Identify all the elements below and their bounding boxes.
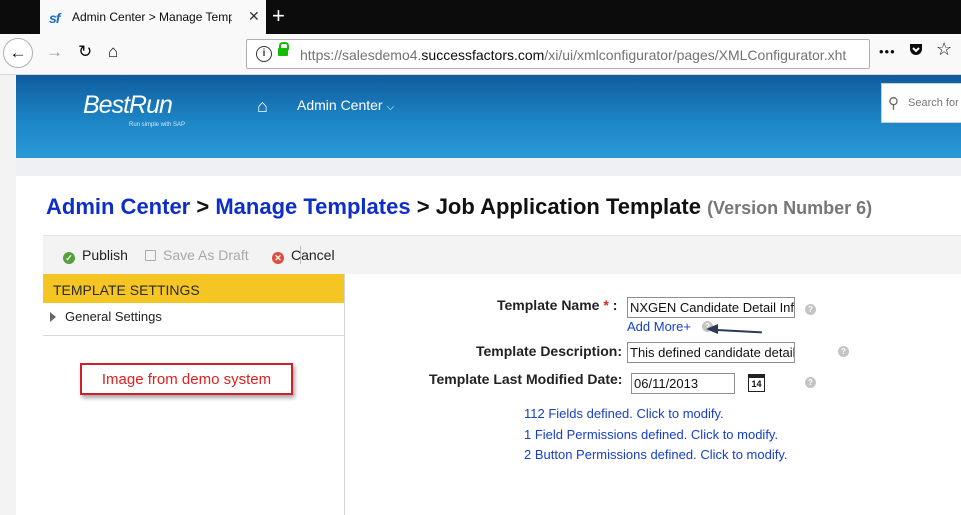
brand-logo[interactable]: BestRun: [83, 91, 173, 120]
sidebar-header-text: TEMPLATE SETTINGS: [53, 282, 200, 298]
fields-defined-link[interactable]: 112 Fields defined. Click to modify.: [524, 406, 724, 421]
publish-button[interactable]: ✓ Publish: [63, 247, 128, 264]
template-name-label: Template Name * :: [497, 297, 618, 313]
app-header: BestRun Run simple with SAP ⌂ Admin Cent…: [16, 75, 961, 158]
browser-navbar: ← → ↻ ⌂ i https://salesdemo4.successfact…: [0, 34, 961, 75]
calendar-icon[interactable]: 14: [748, 374, 765, 392]
browser-tab[interactable]: sf Admin Center > Manage Temp ✕: [40, 0, 266, 34]
last-modified-label: Template Last Modified Date:: [429, 371, 623, 387]
search-box[interactable]: ⚲ Search for: [881, 83, 961, 123]
version-label: (Version Number 6): [707, 198, 873, 218]
template-description-input[interactable]: This defined candidate detail: [627, 342, 795, 363]
chevron-down-icon: ⌵: [386, 102, 395, 113]
help-icon[interactable]: ?: [838, 346, 849, 357]
brand-tagline: Run simple with SAP: [129, 122, 186, 128]
cancel-icon: ✕: [272, 252, 284, 264]
close-tab-icon[interactable]: ✕: [248, 8, 260, 25]
help-icon[interactable]: ?: [805, 377, 816, 388]
tab-title: Admin Center > Manage Temp: [72, 10, 232, 24]
sidebar-item-label: General Settings: [65, 309, 162, 324]
required-mark: *: [603, 297, 609, 313]
annotation-text: Image from demo system: [101, 371, 272, 388]
url-bar[interactable]: i https://salesdemo4.successfactors.com/…: [246, 39, 870, 69]
button-permissions-link[interactable]: 2 Button Permissions defined. Click to m…: [524, 447, 788, 462]
sidebar-header: TEMPLATE SETTINGS: [43, 274, 344, 303]
sidebar-item-general-settings[interactable]: General Settings: [43, 303, 344, 336]
template-settings-sidebar: TEMPLATE SETTINGS General Settings Image…: [43, 274, 345, 515]
breadcrumb-separator: >: [416, 194, 430, 219]
cancel-button[interactable]: ✕ Cancel: [272, 247, 335, 264]
admin-center-menu[interactable]: Admin Center ⌵: [297, 97, 394, 113]
bookmark-star-icon[interactable]: ☆: [936, 39, 952, 60]
search-input[interactable]: Search for: [908, 97, 959, 109]
back-button[interactable]: ←: [3, 38, 33, 68]
breadcrumb-admin-center[interactable]: Admin Center: [46, 194, 190, 219]
field-permissions-link[interactable]: 1 Field Permissions defined. Click to mo…: [524, 427, 778, 442]
forward-button[interactable]: →: [46, 41, 63, 63]
back-arrow-icon: ←: [9, 43, 27, 62]
check-icon: ✓: [63, 252, 75, 264]
breadcrumb-separator: >: [196, 194, 210, 219]
page-left-margin: [0, 75, 16, 515]
help-icon[interactable]: ?: [805, 304, 816, 315]
template-description-label: Template Description:: [476, 343, 622, 359]
breadcrumb-manage-templates[interactable]: Manage Templates: [215, 194, 410, 219]
page-actions-icon[interactable]: •••: [879, 44, 896, 59]
browser-tab-strip: sf Admin Center > Manage Temp ✕ +: [0, 0, 961, 34]
pocket-icon[interactable]: [908, 42, 924, 63]
annotation-arrow-head: [706, 324, 718, 334]
search-icon: ⚲: [888, 95, 899, 112]
template-name-input[interactable]: NXGEN Candidate Detail Info: [627, 297, 795, 318]
toolbar: ✓ Publish Save As Draft ✕ Cancel: [43, 235, 961, 275]
last-modified-date-input[interactable]: 06/11/2013: [631, 373, 735, 394]
lock-icon: [278, 42, 289, 56]
expand-arrow-icon[interactable]: [50, 312, 56, 322]
home-button[interactable]: ⌂: [108, 41, 118, 63]
save-as-draft-button[interactable]: Save As Draft: [145, 247, 249, 263]
reload-button[interactable]: ↻: [78, 41, 92, 63]
breadcrumb: Admin Center > Manage Templates > Job Ap…: [46, 194, 872, 220]
home-icon[interactable]: ⌂: [257, 96, 268, 117]
save-draft-icon: [145, 250, 156, 261]
header-gap: [16, 158, 961, 176]
info-icon[interactable]: i: [256, 46, 272, 62]
page-title: Job Application Template: [435, 194, 701, 219]
add-more-link[interactable]: Add More+: [627, 319, 691, 334]
successfactors-icon: sf: [49, 10, 60, 26]
url-text: https://salesdemo4.successfactors.com/xi…: [300, 47, 847, 63]
new-tab-button[interactable]: +: [272, 3, 285, 29]
annotation-callout: Image from demo system: [80, 363, 293, 395]
